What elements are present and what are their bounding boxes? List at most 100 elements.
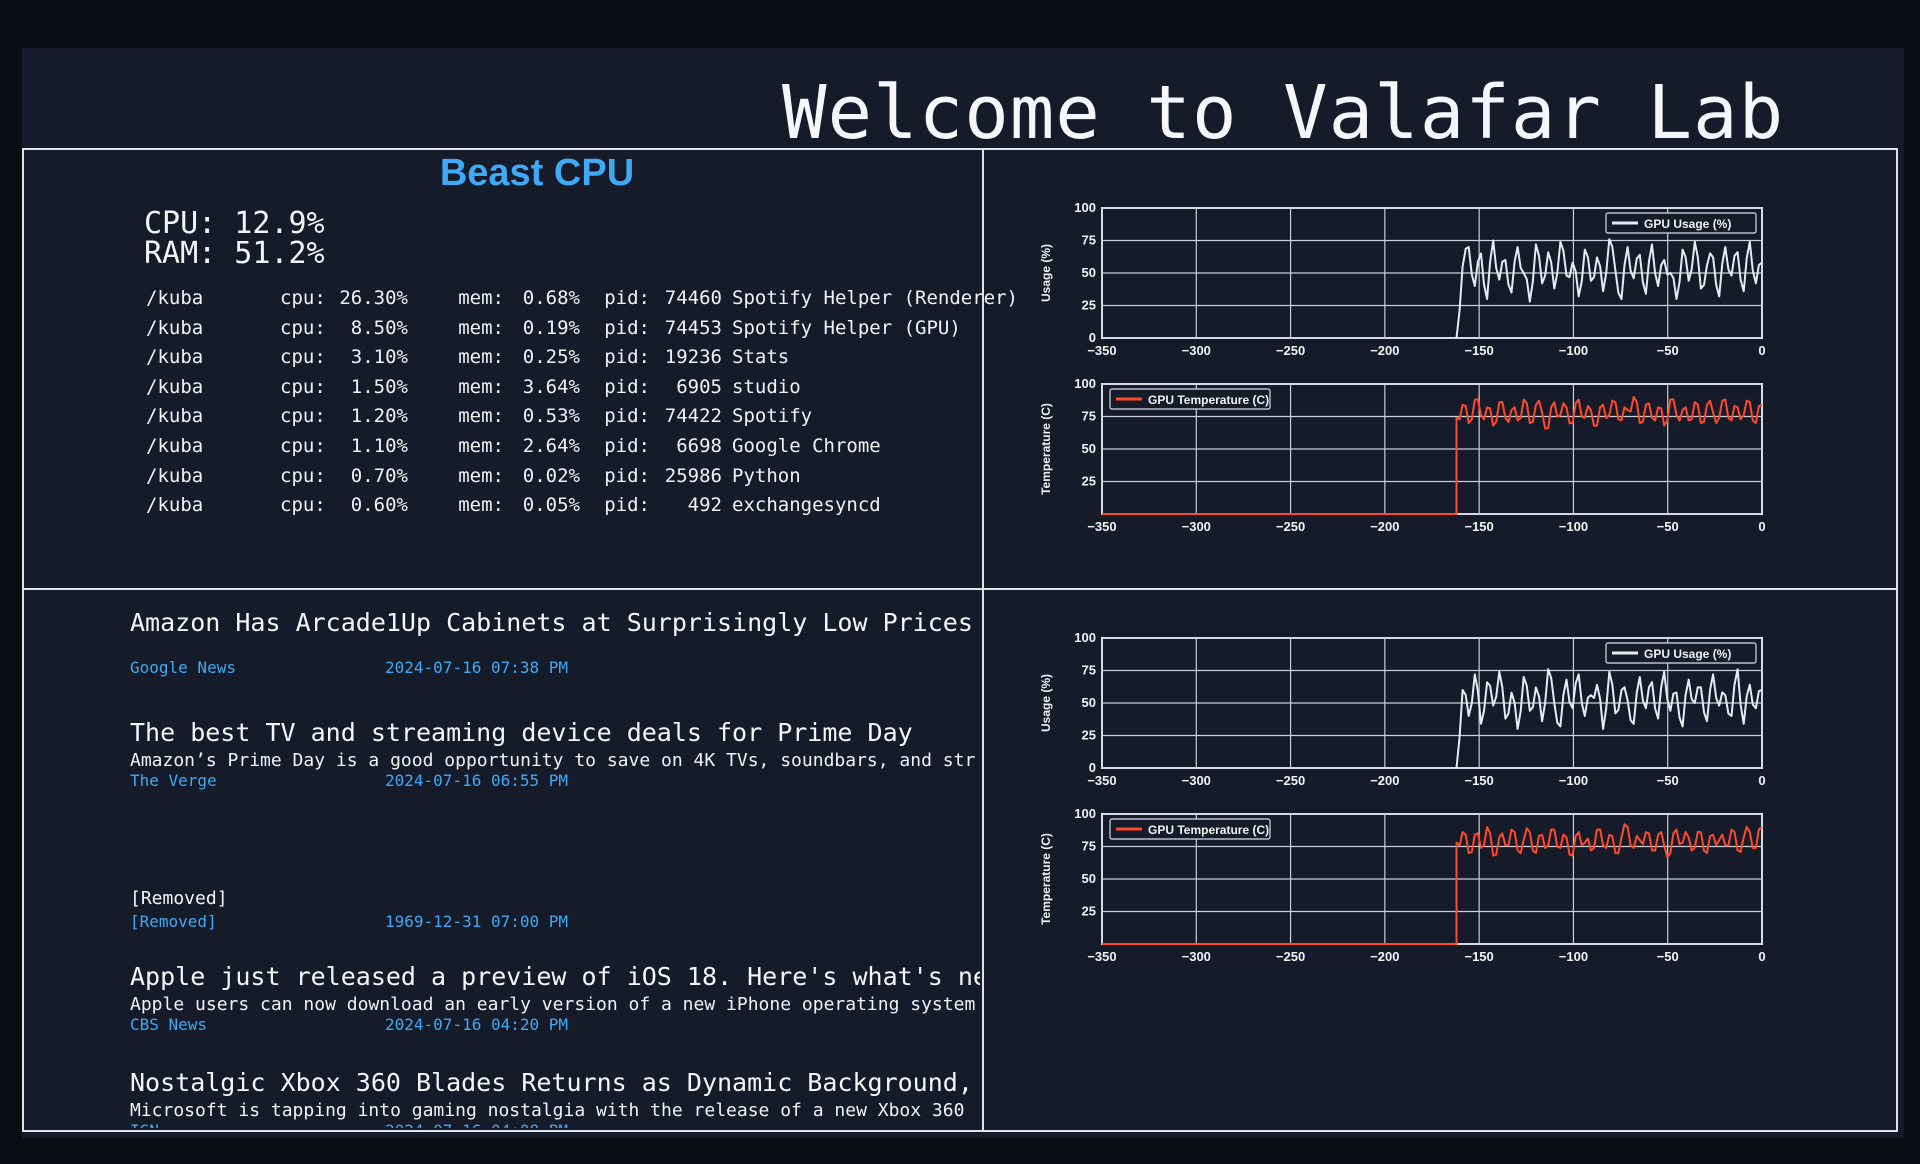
gpu-temperature-chart-1: −350 −300 −250 −200 −150 −100 −50 0 25 50 75 100 Tem… <box>1039 376 1766 534</box>
process-name: Google Chrome <box>732 434 881 457</box>
news-source-link[interactable]: IGN <box>130 1121 385 1128</box>
x-tick-label: −100 <box>1559 343 1588 358</box>
x-tick-label: −200 <box>1370 949 1399 964</box>
process-pid: 492 <box>687 494 722 517</box>
process-user: /kuba <box>146 316 204 339</box>
x-tick-label: −250 <box>1276 343 1305 358</box>
process-user: /kuba <box>146 494 204 517</box>
process-name: Spotify Helper (Renderer) <box>732 287 1018 309</box>
news-description: Apple users can now download an early ve… <box>130 994 976 1015</box>
y-tick-label: 75 <box>1082 409 1096 424</box>
x-tick-label: −300 <box>1182 343 1211 358</box>
news-headline[interactable]: The best TV and streaming device deals f… <box>130 718 980 747</box>
process-pid-label: pid: <box>604 464 650 487</box>
process-cpu: 3.10% <box>350 346 408 369</box>
process-cpu: 0.60% <box>350 494 408 517</box>
news-headline[interactable]: [Removed] <box>130 888 980 909</box>
process-mem-label: mem: <box>458 405 504 428</box>
process-name: Spotify Helper (GPU) <box>732 316 961 339</box>
news-item[interactable]: Amazon Has Arcade1Up Cabinets at Surpris… <box>130 608 980 677</box>
news-item[interactable]: Nostalgic Xbox 360 Blades Returns as Dyn… <box>130 1068 980 1128</box>
process-cpu: 1.50% <box>350 375 408 398</box>
horizontal-divider <box>22 588 1898 590</box>
news-source-link[interactable]: CBS News <box>130 1015 385 1034</box>
y-tick-label: 0 <box>1089 760 1096 775</box>
news-item[interactable]: The best TV and streaming device deals f… <box>130 718 980 790</box>
y-tick-label: 25 <box>1082 474 1096 489</box>
news-headline[interactable]: Amazon Has Arcade1Up Cabinets at Surpris… <box>130 608 980 637</box>
news-date: 2024-07-16 07:38 PM <box>385 658 569 677</box>
y-tick-label: 25 <box>1082 728 1096 743</box>
news-item[interactable]: [Removed] [Removed] 1969-12-31 07:00 PM <box>130 888 980 931</box>
x-tick-label: 0 <box>1758 949 1765 964</box>
x-tick-label: −150 <box>1464 949 1493 964</box>
process-mem: 0.53% <box>522 405 580 428</box>
x-tick-label: −50 <box>1657 343 1679 358</box>
process-pid-label: pid: <box>604 287 650 309</box>
y-axis-label: Usage (%) <box>1039 244 1053 302</box>
process-pid-label: pid: <box>604 316 650 339</box>
process-user: /kuba <box>146 464 204 487</box>
process-pid: 74460 <box>664 287 722 309</box>
y-tick-label: 75 <box>1082 839 1096 854</box>
y-tick-label: 100 <box>1074 376 1096 391</box>
y-tick-label: 25 <box>1082 904 1096 919</box>
y-tick-label: 0 <box>1089 330 1096 345</box>
process-row: /kuba cpu: 26.30% mem: 0.68% pid: 74460 Spotify… <box>146 284 1018 314</box>
process-mem: 2.64% <box>522 434 580 457</box>
x-tick-label: −100 <box>1559 949 1588 964</box>
news-headline[interactable]: Nostalgic Xbox 360 Blades Returns as Dyn… <box>130 1068 980 1097</box>
x-tick-label: −350 <box>1087 773 1116 788</box>
process-pid: 19236 <box>664 346 722 369</box>
x-tick-label: 0 <box>1758 773 1765 788</box>
y-tick-label: 50 <box>1082 441 1096 456</box>
page-title: Welcome to Valafar Lab <box>782 70 1785 156</box>
process-cpu-label: cpu: <box>280 346 326 369</box>
process-pid-label: pid: <box>604 375 650 398</box>
news-source-link[interactable]: Google News <box>130 658 385 677</box>
news-feed: Amazon Has Arcade1Up Cabinets at Surpris… <box>130 608 980 1128</box>
process-user: /kuba <box>146 287 204 309</box>
x-tick-label: −150 <box>1464 773 1493 788</box>
y-axis-label: Usage (%) <box>1039 674 1053 732</box>
process-name: Python <box>732 464 801 487</box>
x-tick-label: 0 <box>1758 519 1765 534</box>
process-user: /kuba <box>146 346 204 369</box>
news-headline[interactable]: Apple just released a preview of iOS 18.… <box>130 962 980 991</box>
process-user: /kuba <box>146 375 204 398</box>
x-tick-label: −100 <box>1559 773 1588 788</box>
process-mem-label: mem: <box>458 494 504 517</box>
process-mem: 3.64% <box>522 375 580 398</box>
y-tick-label: 100 <box>1074 200 1096 215</box>
process-mem: 0.68% <box>522 287 580 309</box>
process-pid: 25986 <box>664 464 722 487</box>
y-tick-label: 100 <box>1074 630 1096 645</box>
y-tick-label: 50 <box>1082 871 1096 886</box>
news-date: 1969-12-31 07:00 PM <box>385 912 569 931</box>
x-tick-label: −200 <box>1370 343 1399 358</box>
legend-label: GPU Temperature (C) <box>1148 393 1269 407</box>
news-item[interactable]: Apple just released a preview of iOS 18.… <box>130 962 980 1034</box>
process-mem: 0.25% <box>522 346 580 369</box>
process-cpu-label: cpu: <box>280 287 326 309</box>
process-name: studio <box>732 375 801 398</box>
process-pid: 6698 <box>676 434 722 457</box>
process-row: /kuba cpu: 8.50% mem: 0.19% pid: 74453 Spotify … <box>146 314 1018 344</box>
news-source-link[interactable]: [Removed] <box>130 912 385 931</box>
cpu-panel-title: Beast CPU <box>439 152 635 194</box>
process-mem-label: mem: <box>458 464 504 487</box>
process-cpu-label: cpu: <box>280 464 326 487</box>
process-cpu: 8.50% <box>350 316 408 339</box>
x-tick-label: −350 <box>1087 519 1116 534</box>
process-pid-label: pid: <box>604 494 650 517</box>
news-description <box>130 640 980 658</box>
y-axis-label: Temperature (C) <box>1039 403 1053 495</box>
news-source-link[interactable]: The Verge <box>130 771 385 790</box>
process-row: /kuba cpu: 1.50% mem: 3.64% pid: 6905 studio <box>146 373 1018 403</box>
process-cpu-label: cpu: <box>280 405 326 428</box>
process-cpu-label: cpu: <box>280 494 326 517</box>
process-cpu: 0.70% <box>350 464 408 487</box>
ram-usage-stat: RAM: 51.2% <box>144 236 325 271</box>
process-cpu: 1.10% <box>350 434 408 457</box>
legend-label: GPU Usage (%) <box>1644 647 1731 661</box>
